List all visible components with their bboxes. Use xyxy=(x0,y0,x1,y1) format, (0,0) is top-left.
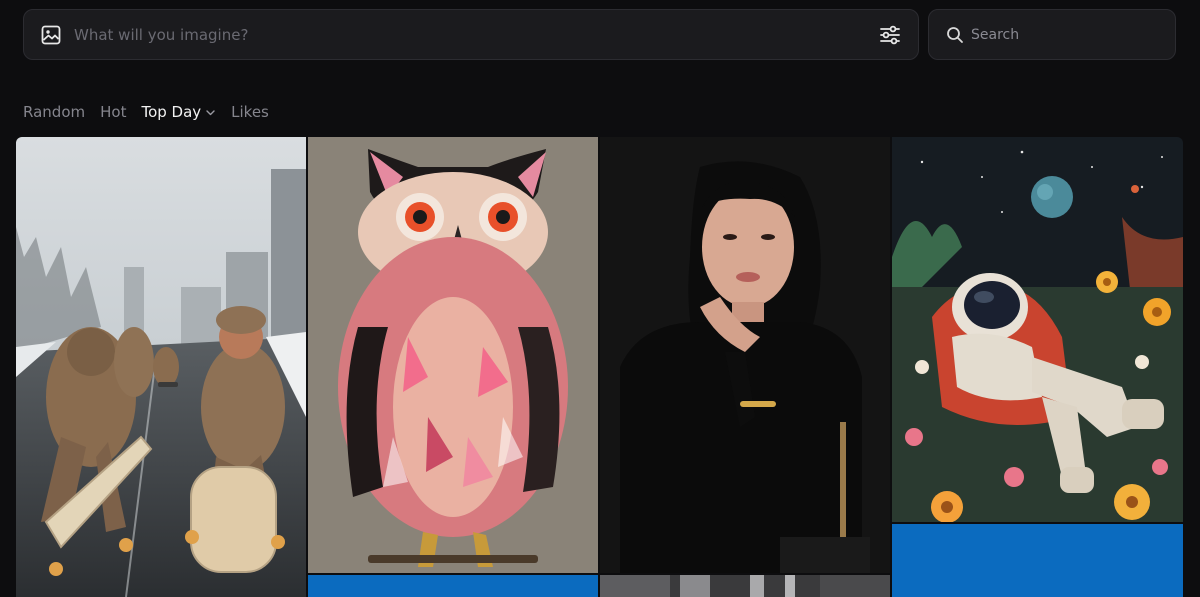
gallery-image-owl[interactable] xyxy=(308,137,598,573)
pink-feathered-owl-image xyxy=(308,137,598,573)
search-input[interactable] xyxy=(971,22,1161,48)
monkeys-skateboarding-image xyxy=(16,137,306,597)
search-bar[interactable] xyxy=(928,9,1176,60)
search-icon xyxy=(947,27,963,43)
prompt-bar[interactable] xyxy=(23,9,919,60)
tab-label: Top Day xyxy=(141,103,202,121)
astronaut-in-flowers-image xyxy=(892,137,1183,522)
tab-label: Hot xyxy=(100,103,127,121)
grey-architecture-image xyxy=(600,575,890,597)
top-bar xyxy=(0,0,1200,70)
image-icon[interactable] xyxy=(41,25,61,45)
tab-hot[interactable]: Hot xyxy=(100,103,126,121)
gallery-image-monkeys[interactable] xyxy=(16,137,306,597)
gallery-image-portrait[interactable] xyxy=(600,137,890,573)
gallery-image-blue-1[interactable] xyxy=(308,575,598,597)
chevron-down-icon[interactable] xyxy=(205,107,216,118)
tab-label: Random xyxy=(23,103,86,121)
gallery-image-astronaut[interactable] xyxy=(892,137,1183,522)
tab-label: Likes xyxy=(231,103,269,121)
gallery-image-grey[interactable] xyxy=(600,575,890,597)
tab-top-day[interactable]: Top Day xyxy=(141,103,216,121)
gallery-image-blue-2[interactable] xyxy=(892,524,1183,597)
prompt-input[interactable] xyxy=(74,22,854,48)
sliders-icon[interactable] xyxy=(879,24,901,46)
tab-likes[interactable]: Likes xyxy=(231,103,269,121)
tab-random[interactable]: Random xyxy=(23,103,85,121)
sort-tabs: Random Hot Top Day Likes xyxy=(23,100,284,124)
woman-portrait-image xyxy=(600,137,890,573)
image-gallery xyxy=(16,137,1183,597)
